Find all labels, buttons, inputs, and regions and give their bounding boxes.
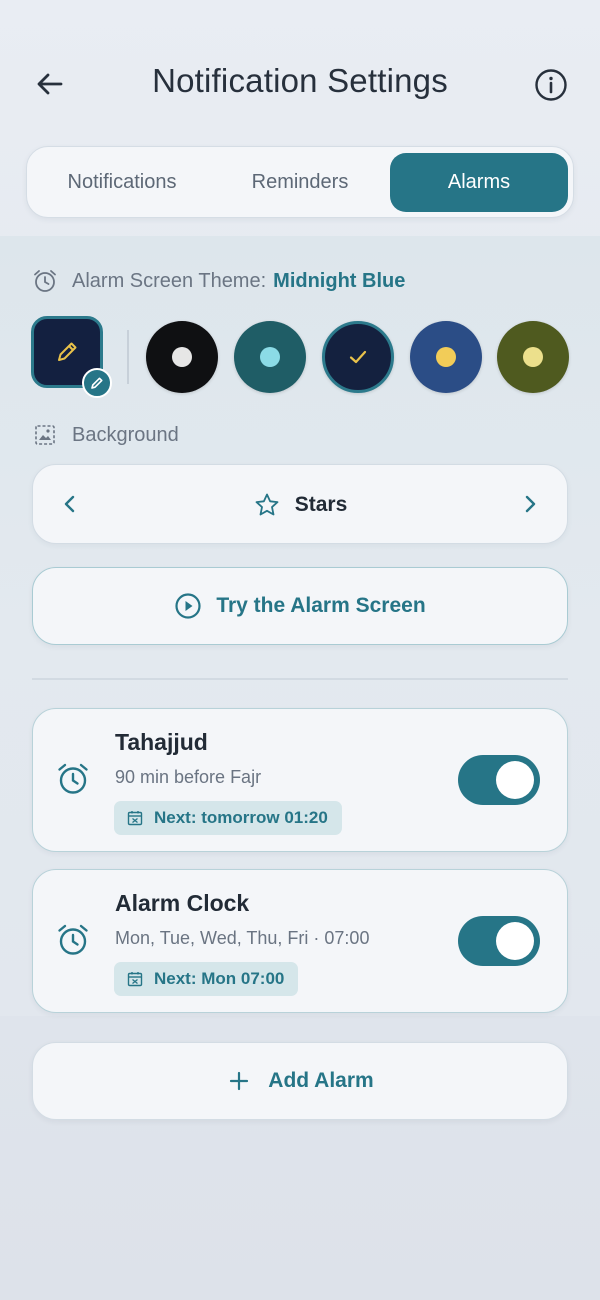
info-button[interactable] [532, 66, 570, 104]
theme-swatch-black[interactable] [146, 321, 218, 393]
alarm-name: Alarm Clock [115, 890, 250, 916]
alarm-schedule: Mon, Tue, Wed, Thu, Fri · 07:00 [115, 928, 370, 948]
pencil-icon [91, 377, 103, 389]
pencil-icon [58, 342, 77, 361]
next-alarm-chip: Next: tomorrow 01:20 [114, 801, 342, 835]
edit-theme-button[interactable] [82, 368, 112, 398]
background-selector: Stars [32, 464, 568, 544]
alarm-schedule: 90 min before Fajr [115, 767, 262, 787]
background-next-button[interactable] [515, 489, 545, 519]
background-section-label: Background [32, 422, 179, 448]
theme-swatch-royal-blue[interactable] [410, 321, 482, 393]
alarm-card-tahajjud[interactable]: Tahajjud 90 min before Fajr Next: tomorr… [32, 708, 568, 852]
swatch-dot [523, 347, 543, 367]
next-alarm-text: Next: Mon 07:00 [154, 969, 285, 988]
calendar-icon [126, 970, 144, 988]
info-icon [535, 69, 567, 101]
page-title: Notification Settings [152, 62, 448, 99]
swatch-dot [436, 347, 456, 367]
settings-tabs: Notifications Reminders Alarms [26, 146, 574, 218]
theme-section-label: Alarm Screen Theme: Midnight Blue [32, 268, 405, 294]
theme-swatch-teal[interactable] [234, 321, 306, 393]
check-icon [349, 350, 367, 364]
alarm-toggle[interactable] [458, 916, 540, 966]
alarm-clock-icon [32, 268, 58, 294]
plus-icon [226, 1068, 252, 1094]
next-alarm-chip: Next: Mon 07:00 [114, 962, 299, 996]
tab-alarms[interactable]: Alarms [390, 153, 568, 212]
tab-notifications[interactable]: Notifications [33, 153, 211, 212]
star-icon [253, 491, 281, 519]
theme-label-text: Alarm Screen Theme: [72, 269, 267, 292]
calendar-icon [126, 809, 144, 827]
toggle-knob [496, 761, 534, 799]
try-alarm-screen-label: Try the Alarm Screen [216, 594, 426, 617]
add-alarm-label: Add Alarm [268, 1069, 374, 1092]
alarm-card-alarm-clock[interactable]: Alarm Clock Mon, Tue, Wed, Thu, Fri · 07… [32, 869, 568, 1013]
alarm-clock-icon [55, 761, 91, 797]
tab-reminders[interactable]: Reminders [211, 153, 389, 212]
app-header: Notification Settings [0, 0, 600, 140]
add-alarm-button[interactable]: Add Alarm [32, 1042, 568, 1120]
section-divider [32, 678, 568, 680]
background-name: Stars [294, 493, 348, 516]
theme-swatch-olive[interactable] [497, 321, 569, 393]
alarm-name: Tahajjud [115, 729, 208, 755]
alarm-toggle[interactable] [458, 755, 540, 805]
play-circle-icon [174, 592, 202, 620]
alarm-clock-icon [55, 922, 91, 958]
background-label-text: Background [72, 423, 179, 446]
theme-value: Midnight Blue [273, 269, 406, 292]
swatch-divider [127, 330, 129, 384]
theme-swatch-midnight-blue[interactable] [322, 321, 394, 393]
image-icon [32, 422, 58, 448]
try-alarm-screen-button[interactable]: Try the Alarm Screen [32, 567, 568, 645]
background-current: Stars [33, 491, 567, 519]
swatch-dot [260, 347, 280, 367]
toggle-knob [496, 922, 534, 960]
swatch-dot [172, 347, 192, 367]
next-alarm-text: Next: tomorrow 01:20 [154, 808, 328, 827]
chevron-right-icon [525, 495, 536, 513]
